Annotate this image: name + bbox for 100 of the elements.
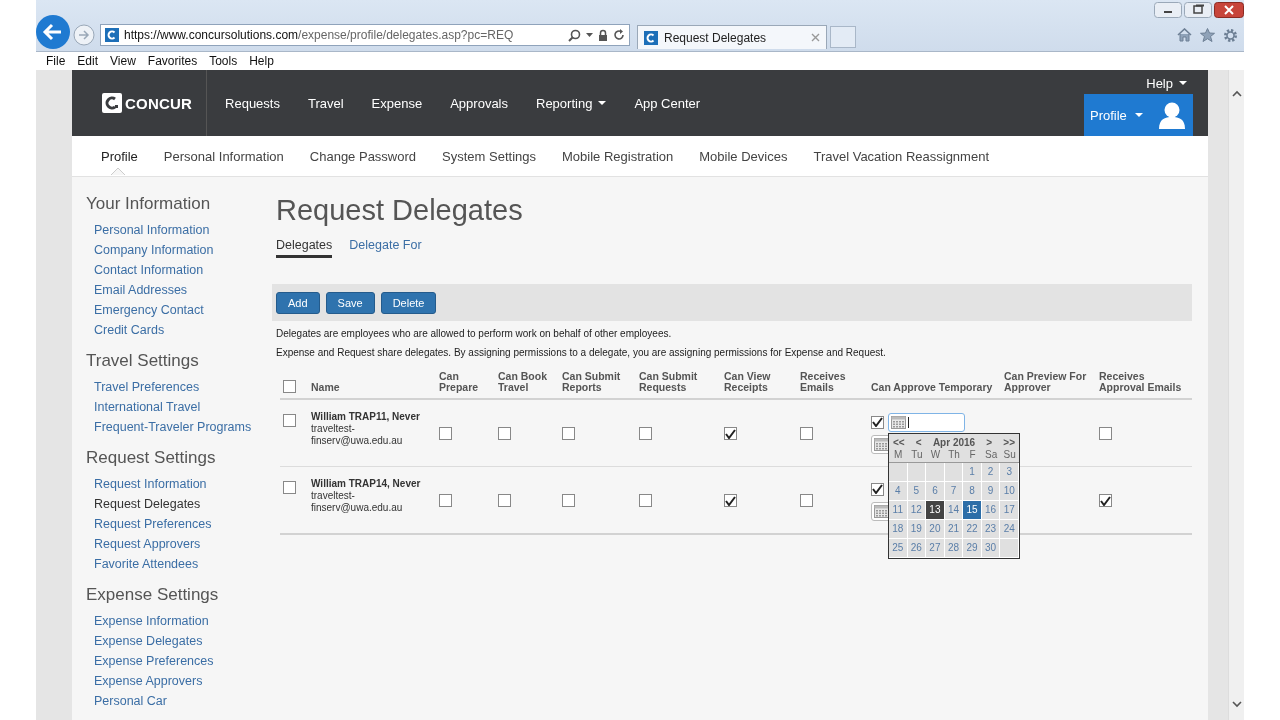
- calendar-day[interactable]: 6: [926, 481, 945, 501]
- tab[interactable]: Delegate For: [349, 238, 422, 258]
- checkbox[interactable]: [639, 427, 652, 441]
- checkbox[interactable]: [562, 494, 575, 508]
- nav-link[interactable]: App Center: [620, 95, 715, 111]
- calendar-day[interactable]: 26: [907, 538, 927, 558]
- subnav-tab[interactable]: Personal Information: [150, 136, 297, 176]
- checkbox[interactable]: [800, 494, 813, 508]
- profile-button[interactable]: Profile: [1084, 94, 1193, 136]
- nav-link[interactable]: Travel: [293, 95, 358, 111]
- sidebar-link[interactable]: Credit Cards: [86, 320, 276, 340]
- calendar-day[interactable]: 20: [926, 519, 945, 539]
- minimize-button[interactable]: [1154, 2, 1182, 18]
- calendar-day[interactable]: 5: [907, 481, 927, 501]
- tab[interactable]: Delegates: [276, 238, 333, 258]
- menu-item[interactable]: Favorites: [141, 54, 204, 68]
- calendar-day[interactable]: 27: [926, 538, 945, 558]
- calendar-day[interactable]: 16: [981, 500, 1001, 520]
- calendar-day[interactable]: 23: [981, 519, 1001, 539]
- home-icon[interactable]: [1177, 27, 1192, 42]
- calendar-day[interactable]: 28: [944, 538, 964, 558]
- sidebar-link[interactable]: Company Information: [86, 240, 276, 260]
- menu-item[interactable]: File: [40, 54, 72, 68]
- sidebar-link[interactable]: Expense Approvers: [86, 671, 276, 691]
- checkbox[interactable]: [283, 481, 296, 495]
- sidebar-link[interactable]: Emergency Contact: [86, 300, 276, 320]
- refresh-icon[interactable]: [613, 29, 625, 42]
- browser-tab[interactable]: Request Delegates: [637, 25, 827, 50]
- nav-link[interactable]: Expense: [357, 95, 437, 111]
- sidebar-link[interactable]: Request Delegates: [86, 494, 276, 514]
- sidebar-link[interactable]: Request Information: [86, 474, 276, 494]
- sidebar-link[interactable]: Personal Information: [86, 220, 276, 240]
- toolbar-button[interactable]: Add: [276, 291, 320, 314]
- calendar-day[interactable]: 15: [963, 500, 982, 520]
- checkbox[interactable]: [639, 494, 652, 508]
- sidebar-link[interactable]: Expense Preferences: [86, 651, 276, 671]
- menu-item[interactable]: Help: [243, 54, 280, 68]
- checkbox[interactable]: [871, 482, 884, 496]
- sidebar-link[interactable]: Email Addresses: [86, 280, 276, 300]
- checkbox[interactable]: [439, 494, 452, 508]
- scroll-up-icon[interactable]: [1231, 90, 1242, 97]
- checkbox[interactable]: [498, 427, 511, 441]
- calendar-icon[interactable]: [874, 504, 889, 518]
- close-button[interactable]: [1214, 2, 1244, 18]
- calendar-day[interactable]: 25: [889, 538, 908, 558]
- nav-link[interactable]: >: [986, 436, 993, 448]
- calendar-day[interactable]: 30: [981, 538, 1001, 558]
- calendar-day[interactable]: 8: [963, 481, 982, 501]
- logo-text[interactable]: CONCUR: [125, 94, 193, 112]
- menu-item[interactable]: Tools: [203, 54, 244, 68]
- sidebar-link[interactable]: Frequent-Traveler Programs: [86, 417, 276, 437]
- checkbox[interactable]: [724, 427, 737, 441]
- settings-icon[interactable]: [1223, 27, 1238, 43]
- sidebar-link[interactable]: International Travel: [86, 397, 276, 417]
- checkbox[interactable]: [439, 427, 452, 441]
- calendar-day[interactable]: 10: [1000, 481, 1019, 501]
- sidebar-link[interactable]: Request Preferences: [86, 514, 276, 534]
- menu-item[interactable]: View: [104, 54, 142, 68]
- subnav-tab[interactable]: Mobile Devices: [686, 136, 801, 176]
- checkbox[interactable]: [724, 494, 737, 508]
- nav-link[interactable]: >>: [1003, 436, 1015, 448]
- subnav-tab[interactable]: Change Password: [296, 136, 430, 176]
- search-icon[interactable]: [568, 28, 581, 42]
- calendar-day[interactable]: 3: [1000, 462, 1019, 482]
- sidebar-link[interactable]: Personal Car: [86, 691, 276, 711]
- subnav-tab[interactable]: System Settings: [429, 136, 549, 176]
- calendar-day[interactable]: 18: [889, 519, 908, 539]
- checkbox[interactable]: [800, 427, 813, 441]
- sidebar-link[interactable]: Contact Information: [86, 260, 276, 280]
- back-button[interactable]: [36, 15, 70, 50]
- calendar-day[interactable]: 11: [889, 500, 908, 520]
- nav-link[interactable]: Requests: [211, 95, 294, 111]
- sidebar-link[interactable]: Request Approvers: [86, 534, 276, 554]
- toolbar-button[interactable]: Delete: [380, 291, 437, 314]
- checkbox[interactable]: [498, 494, 511, 508]
- close-icon[interactable]: [811, 33, 820, 43]
- checkbox[interactable]: [1099, 427, 1112, 441]
- calendar-day[interactable]: 13: [926, 500, 945, 520]
- checkbox[interactable]: [283, 380, 296, 393]
- calendar-day[interactable]: 21: [944, 519, 964, 539]
- address-bar[interactable]: https://www.concursolutions.com/expense/profile/delegates.asp?pc=REQ: [100, 24, 630, 47]
- calendar-day[interactable]: 7: [944, 481, 964, 501]
- sidebar-link[interactable]: Expense Delegates: [86, 631, 276, 651]
- help-menu[interactable]: Help: [1146, 70, 1193, 92]
- calendar-day[interactable]: 4: [889, 481, 908, 501]
- menu-item[interactable]: Edit: [71, 54, 105, 68]
- forward-button[interactable]: [73, 24, 95, 47]
- calendar-day[interactable]: 2: [981, 462, 1001, 482]
- calendar-day[interactable]: 29: [963, 538, 982, 558]
- nav-link[interactable]: Reporting: [522, 95, 621, 111]
- checkbox[interactable]: [283, 414, 296, 428]
- caret-icon[interactable]: [586, 33, 593, 38]
- sidebar-link[interactable]: Expense Information: [86, 611, 276, 631]
- toolbar-button[interactable]: Save: [325, 291, 375, 314]
- maximize-button[interactable]: [1184, 2, 1212, 18]
- star-icon[interactable]: [1200, 27, 1215, 42]
- subnav-tab[interactable]: Travel Vacation Reassignment: [800, 136, 1002, 176]
- calendar-day[interactable]: 22: [963, 519, 982, 539]
- checkbox[interactable]: [871, 415, 884, 429]
- checkbox[interactable]: [1099, 494, 1112, 508]
